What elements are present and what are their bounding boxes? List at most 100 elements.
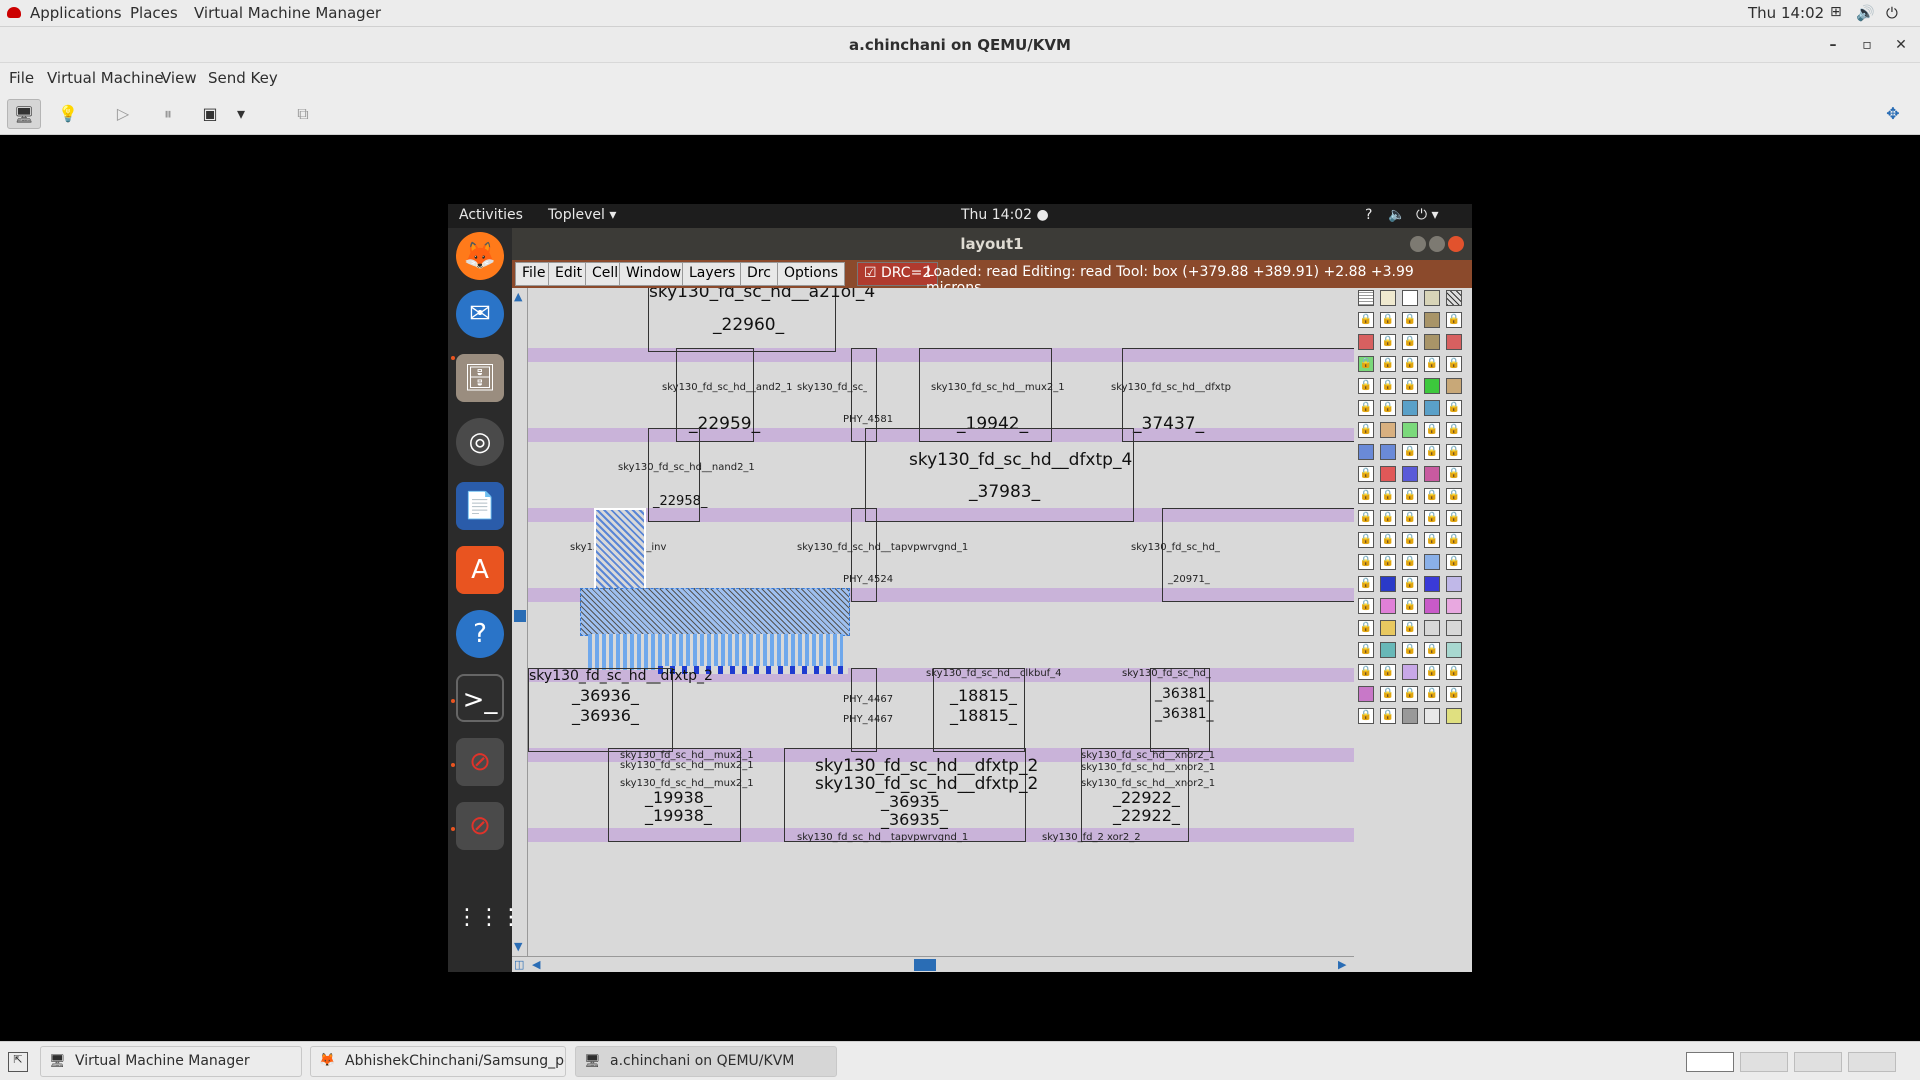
software-center-icon[interactable]: A <box>456 546 504 594</box>
lock-icon[interactable]: 🔒 <box>1358 554 1374 570</box>
lock-icon[interactable]: 🔒 <box>1358 400 1374 416</box>
lock-icon[interactable]: 🔒 <box>1358 378 1374 394</box>
magic-menu-options[interactable]: Options <box>777 262 846 286</box>
lock-icon[interactable]: 🔒 <box>1446 422 1462 438</box>
lock-icon[interactable]: 🔒 <box>1358 488 1374 504</box>
fullscreen-icon[interactable]: ✥ <box>1876 99 1910 129</box>
lock-icon[interactable]: 🔒 <box>1446 510 1462 526</box>
help-icon[interactable]: ? <box>456 610 504 658</box>
menu-file[interactable]: File <box>9 69 34 87</box>
magic-menu-edit[interactable]: Edit <box>548 262 590 286</box>
activities-button[interactable]: Activities <box>459 207 523 223</box>
guest-clock[interactable]: Thu 14:02 ● <box>961 207 1049 223</box>
lock-icon[interactable]: 🔒 <box>1380 378 1396 394</box>
lock-icon[interactable]: 🔒 <box>1446 444 1462 460</box>
files-icon[interactable]: 🗄 <box>456 354 504 402</box>
lock-icon[interactable]: 🔒 <box>1358 356 1374 372</box>
lock-icon[interactable]: 🔒 <box>1446 356 1462 372</box>
lock-icon[interactable]: 🔒 <box>1358 598 1374 614</box>
libreoffice-writer-icon[interactable]: 📄 <box>456 482 504 530</box>
lock-icon[interactable]: 🔒 <box>1402 554 1418 570</box>
details-view-icon[interactable]: 💡 <box>51 99 85 129</box>
lock-icon[interactable]: 🔒 <box>1358 576 1374 592</box>
magic-menu-drc[interactable]: Drc <box>740 262 778 286</box>
toplevel-menu[interactable]: Toplevel ▾ <box>548 207 616 223</box>
lock-icon[interactable]: 🔒 <box>1446 488 1462 504</box>
guest-screen[interactable]: Activities Toplevel ▾ Thu 14:02 ● ? 🔈 ⏻ … <box>448 204 1472 972</box>
lock-icon[interactable]: 🔒 <box>1424 664 1440 680</box>
lock-icon[interactable]: 🔒 <box>1358 708 1374 724</box>
lock-icon[interactable]: 🔒 <box>1424 642 1440 658</box>
lock-icon[interactable]: 🔒 <box>1446 554 1462 570</box>
scroll-up-icon[interactable]: ▲ <box>514 290 522 303</box>
workspace-2[interactable] <box>1740 1052 1788 1072</box>
lock-icon[interactable]: 🔒 <box>1380 312 1396 328</box>
shutdown-dropdown-icon[interactable]: ▾ <box>231 99 251 129</box>
lock-icon[interactable]: 🔒 <box>1424 422 1440 438</box>
layout-canvas[interactable]: sky130_fd_sc_hd__a21oi_4 _22960_ sky130_… <box>528 288 1354 956</box>
guest-network-icon[interactable]: ? <box>1365 207 1372 223</box>
thunderbird-icon[interactable]: ✉ <box>456 290 504 338</box>
rhythmbox-icon[interactable]: ◎ <box>456 418 504 466</box>
magic-maximize-button[interactable] <box>1429 236 1445 252</box>
shutdown-icon[interactable]: ▣ <box>193 99 227 129</box>
menu-send-key[interactable]: Send Key <box>208 69 278 87</box>
lock-icon[interactable]: 🔒 <box>1358 466 1374 482</box>
lock-icon[interactable]: 🔒 <box>1402 642 1418 658</box>
magic-menu-window[interactable]: Window <box>619 262 689 286</box>
cell-phy-4467[interactable] <box>851 668 877 752</box>
lock-icon[interactable]: 🔒 <box>1402 444 1418 460</box>
lock-icon[interactable]: 🔒 <box>1402 532 1418 548</box>
lock-icon[interactable]: 🔒 <box>1424 444 1440 460</box>
cell-37983[interactable] <box>865 428 1134 522</box>
magic-menu-file[interactable]: File <box>515 262 553 286</box>
lock-icon[interactable]: 🔒 <box>1446 466 1462 482</box>
lock-icon[interactable]: 🔒 <box>1446 400 1462 416</box>
lock-icon[interactable]: 🔒 <box>1380 664 1396 680</box>
workspace-1[interactable] <box>1686 1052 1734 1072</box>
lock-icon[interactable]: 🔒 <box>1424 686 1440 702</box>
vertical-scrollbar[interactable]: ▲ ▼ <box>512 288 528 956</box>
workspace-3[interactable] <box>1794 1052 1842 1072</box>
terminal-icon[interactable]: >_ <box>456 674 504 722</box>
lock-icon[interactable]: 🔒 <box>1358 642 1374 658</box>
lock-icon[interactable]: 🔒 <box>1380 488 1396 504</box>
lock-icon[interactable]: 🔒 <box>1380 708 1396 724</box>
app-menu[interactable]: Virtual Machine Manager <box>194 4 381 22</box>
lock-icon[interactable]: 🔒 <box>1402 576 1418 592</box>
horizontal-scroll-thumb[interactable] <box>914 959 936 971</box>
show-apps-icon[interactable]: ⋮⋮⋮ <box>456 894 522 942</box>
minimize-button[interactable]: – <box>1822 34 1844 56</box>
guest-power-icon[interactable]: ⏻ ▾ <box>1416 207 1439 223</box>
lock-icon[interactable]: 🔒 <box>1424 532 1440 548</box>
lock-icon[interactable]: 🔒 <box>1380 356 1396 372</box>
lock-icon[interactable]: 🔒 <box>1380 510 1396 526</box>
magic-menu-layers[interactable]: Layers <box>682 262 743 286</box>
magic-app-icon-2[interactable]: ⊘ <box>456 802 504 850</box>
snapshot-icon[interactable]: ⧉ <box>286 99 320 129</box>
lock-icon[interactable]: 🔒 <box>1446 686 1462 702</box>
layer-palette[interactable]: 🔒 🔒 🔒 🔒 🔒 🔒 🔒 🔒 🔒 🔒 🔒 🔒 🔒 🔒 🔒 🔒 🔒 🔒 🔒 🔒 … <box>1354 288 1472 972</box>
lock-icon[interactable]: 🔒 <box>1358 422 1374 438</box>
cell-20971[interactable] <box>1162 508 1354 602</box>
task-qemu-console[interactable]: 🖥 a.chinchani on QEMU/KVM <box>575 1046 837 1077</box>
lock-icon[interactable]: 🔒 <box>1402 312 1418 328</box>
cell-phy-4524[interactable] <box>851 508 877 602</box>
lock-icon[interactable]: 🔒 <box>1402 620 1418 636</box>
horizontal-scrollbar[interactable]: ◫ ◀ ▶ <box>512 956 1354 972</box>
magic-close-button[interactable] <box>1448 236 1464 252</box>
lock-icon[interactable]: 🔒 <box>1402 686 1418 702</box>
lock-icon[interactable]: 🔒 <box>1380 400 1396 416</box>
lock-icon[interactable]: 🔒 <box>1402 334 1418 350</box>
magic-app-icon[interactable]: ⊘ <box>456 738 504 786</box>
lock-icon[interactable]: 🔒 <box>1446 532 1462 548</box>
power-icon[interactable]: ⏻ <box>1886 4 1898 22</box>
lock-icon[interactable]: 🔒 <box>1380 686 1396 702</box>
lock-icon[interactable]: 🔒 <box>1358 620 1374 636</box>
magic-minimize-button[interactable] <box>1410 236 1426 252</box>
lock-icon[interactable]: 🔒 <box>1424 488 1440 504</box>
lock-icon[interactable]: 🔒 <box>1402 510 1418 526</box>
lock-icon[interactable]: 🔒 <box>1402 356 1418 372</box>
maximize-button[interactable]: ▫ <box>1856 34 1878 56</box>
lock-icon[interactable]: 🔒 <box>1446 664 1462 680</box>
